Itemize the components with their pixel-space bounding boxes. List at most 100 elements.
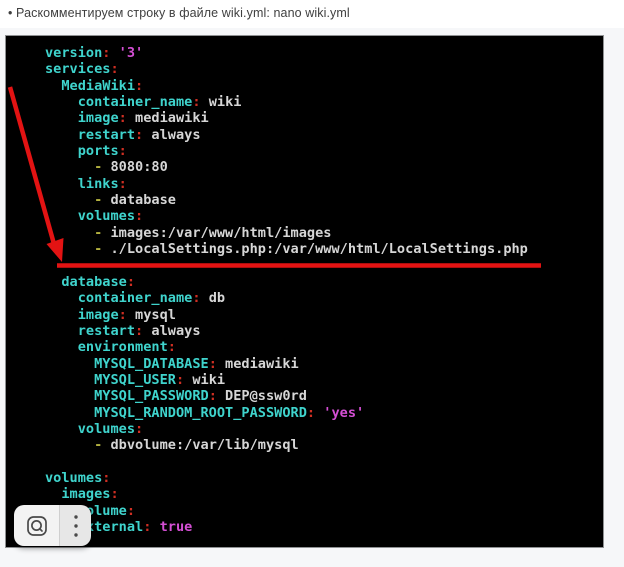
code-segment-dash: - [45,241,102,257]
code-line: images: [45,486,603,502]
code-segment-val: mediawiki [217,356,299,372]
code-segment-p: : [135,323,143,339]
code-segment-p: : [119,176,127,192]
code-line: - dbvolume:/var/lib/mysql [45,437,603,453]
code-segment-p: : [209,388,217,404]
code-line: version: '3' [45,45,603,61]
code-segment-key: version [45,45,102,61]
code-line: restart: always [45,127,603,143]
code-segment-key: ports [45,143,119,159]
code-segment-val: database [102,192,176,208]
code-line: database: [45,274,603,290]
code-segment-val: always [143,323,200,339]
code-segment-key: volumes [45,470,102,486]
code-segment-p: : [119,307,127,323]
code-segment-key: MYSQL_DATABASE [45,356,209,372]
code-line: volumes: [45,421,603,437]
code-segment-val: dbvolume:/var/lib/mysql [102,437,298,453]
code-segment-p: : [127,503,135,519]
code-segment-key: services [45,61,110,77]
code-line: ports: [45,143,603,159]
page-title: • Раскомментируем строку в файле wiki.ym… [8,6,350,20]
code-segment-key: MYSQL_RANDOM_ROOT_PASSWORD [45,405,307,421]
code-segment-p: : [119,110,127,126]
code-line: - images:/var/www/html/images [45,225,603,241]
code-segment-p: : [307,405,315,421]
code-segment-key: links [45,176,119,192]
code-line: image: mediawiki [45,110,603,126]
code-line: - database [45,192,603,208]
code-segment-p: : [135,208,143,224]
code-line: MediaWiki: [45,78,603,94]
screenshot-search-button[interactable] [14,505,60,546]
code-segment-str: true [151,519,192,535]
code-segment-p: : [192,290,200,306]
code-segment-val: mediawiki [127,110,209,126]
code-line: MYSQL_USER: wiki [45,372,603,388]
code-segment-dash: - [45,225,102,241]
code-segment-p: : [176,372,184,388]
code-line: image: mysql [45,307,603,323]
code-segment-key: restart [45,323,135,339]
terminal-screen: version: '3'services: MediaWiki: contain… [5,35,604,548]
code-segment-key: container_name [45,94,192,110]
code-segment-p: : [119,143,127,159]
code-line: MYSQL_DATABASE: mediawiki [45,356,603,372]
code-line [45,257,603,273]
code-line: container_name: wiki [45,94,603,110]
code-segment-key: MYSQL_PASSWORD [45,388,209,404]
code-segment-val: always [143,127,200,143]
code-segment-val: wiki [201,94,242,110]
code-segment-val: DEP@ssw0rd [217,388,307,404]
code-segment-p: : [102,470,110,486]
code-segment-val: mysql [127,307,176,323]
code-line [45,454,603,470]
code-segment-dash: - [45,437,102,453]
code-line: - 8080:80 [45,159,603,175]
code-segment-str: '3' [110,45,143,61]
code-segment-key: images [45,486,110,502]
code-segment-dash: - [45,192,102,208]
code-segment-dash: - [45,159,102,175]
code-segment-key: image [45,307,119,323]
screenshot-search-icon [25,514,49,538]
code-segment-val: wiki [184,372,225,388]
code-segment-key: volumes [45,421,135,437]
screenshot-tool-overlay [14,505,91,546]
terminal-content: version: '3'services: MediaWiki: contain… [45,45,603,535]
code-segment-val: 8080:80 [102,159,167,175]
code-line: volumes: [45,470,603,486]
code-segment-p: : [110,61,118,77]
code-segment-key: database [45,274,127,290]
code-line: dbvolume: [45,503,603,519]
code-segment-p: : [110,486,118,502]
code-segment-key: restart [45,127,135,143]
code-line: restart: always [45,323,603,339]
code-line: volumes: [45,208,603,224]
code-line: - ./LocalSettings.php:/var/www/html/Loca… [45,241,603,257]
code-line: links: [45,176,603,192]
overlay-menu-button[interactable] [60,505,91,546]
code-line: MYSQL_PASSWORD: DEP@ssw0rd [45,388,603,404]
code-segment-p: : [192,94,200,110]
code-segment-p: : [135,127,143,143]
code-line: external: true [45,519,603,535]
code-segment-p: : [135,78,143,94]
code-segment-key: MYSQL_USER [45,372,176,388]
code-segment-str: 'yes' [315,405,364,421]
code-segment-p: : [209,356,217,372]
code-segment-key: volumes [45,208,135,224]
code-segment-key: MediaWiki [45,78,135,94]
code-line: environment: [45,339,603,355]
code-segment-key: image [45,110,119,126]
code-line: MYSQL_RANDOM_ROOT_PASSWORD: 'yes' [45,405,603,421]
code-segment-key: container_name [45,290,192,306]
code-segment-key: environment [45,339,168,355]
vertical-dots-icon [72,513,80,539]
code-segment-p: : [127,274,135,290]
code-segment-val: ./LocalSettings.php:/var/www/html/LocalS… [102,241,528,257]
code-line: container_name: db [45,290,603,306]
code-segment-val: images:/var/www/html/images [102,225,331,241]
code-segment-val: db [201,290,226,306]
code-segment-p: : [168,339,176,355]
